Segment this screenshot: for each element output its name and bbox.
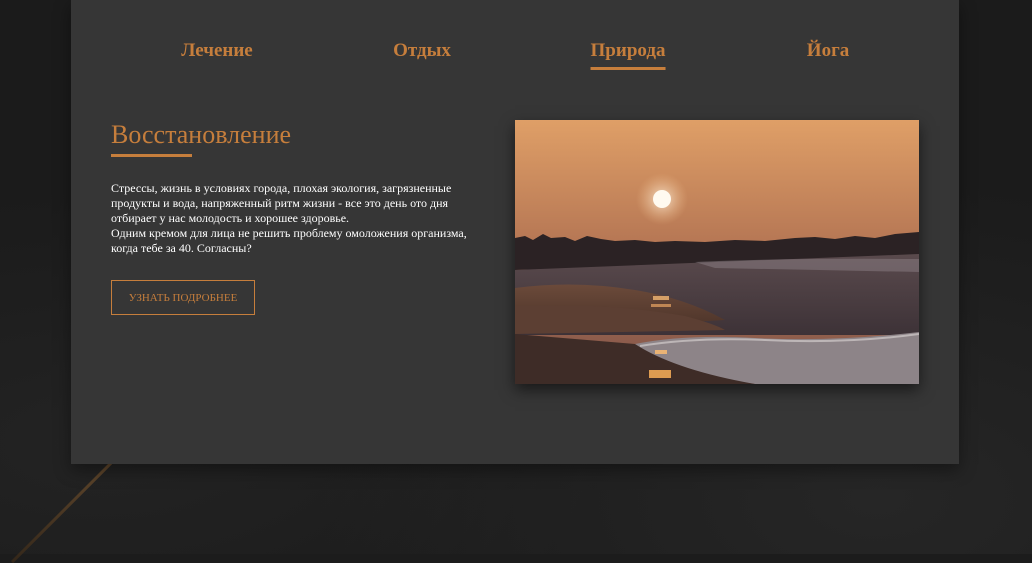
content-panel: Лечение Отдых Природа Йога Восстановлени… bbox=[71, 0, 959, 464]
section-description: Стрессы, жизнь в условиях города, плохая… bbox=[111, 181, 495, 256]
description-paragraph-1: Стрессы, жизнь в условиях города, плохая… bbox=[111, 181, 452, 225]
learn-more-button[interactable]: Узнать подробнее bbox=[111, 280, 255, 315]
section-title: Восстановление bbox=[111, 120, 292, 149]
tab-priroda[interactable]: Природа bbox=[590, 40, 665, 70]
tab-lechenie[interactable]: Лечение bbox=[181, 40, 252, 66]
description-paragraph-2: Одним кремом для лица не решить проблему… bbox=[111, 226, 467, 255]
tab-yoga[interactable]: Йога bbox=[807, 40, 849, 66]
tab-otdyh[interactable]: Отдых bbox=[393, 40, 451, 66]
sunset-beach-photo bbox=[515, 120, 919, 384]
title-underline bbox=[111, 154, 192, 157]
category-tabs: Лечение Отдых Природа Йога bbox=[71, 40, 959, 80]
